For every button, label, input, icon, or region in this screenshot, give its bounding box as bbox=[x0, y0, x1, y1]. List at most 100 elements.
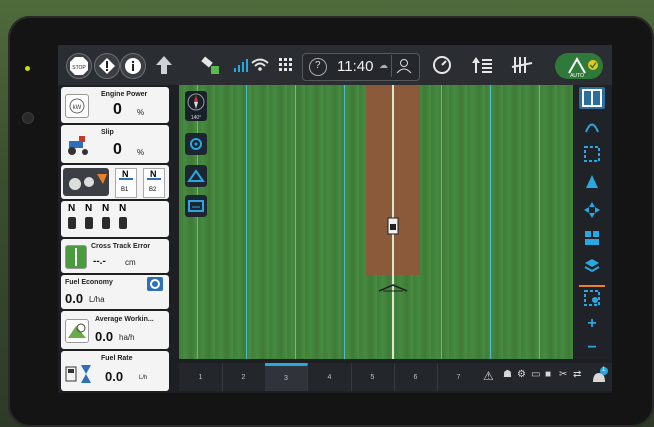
cross-track-label: Cross Track Error bbox=[91, 243, 151, 250]
hitch-b1-bar bbox=[119, 178, 133, 180]
page-tab-active[interactable]: 3 bbox=[265, 363, 308, 391]
notification-count: 1 bbox=[602, 367, 606, 373]
fuel-economy-label: Fuel Economy bbox=[65, 279, 113, 286]
auto-steer-button[interactable]: AUTO bbox=[555, 53, 603, 79]
speedometer-icon[interactable] bbox=[430, 53, 454, 77]
compass-icon[interactable]: 140° bbox=[185, 91, 207, 121]
camera-icon[interactable]: ■ bbox=[545, 369, 551, 380]
page-tabs: 1 2 3 4 5 6 7 bbox=[179, 363, 481, 391]
layers-stack-icon[interactable] bbox=[579, 255, 605, 277]
tractor-marker-icon bbox=[385, 216, 401, 236]
clock-widget[interactable]: ? 11:40 ☁ bbox=[302, 53, 420, 81]
slip-value: 0 bbox=[113, 141, 122, 158]
zoom-out-icon[interactable]: − bbox=[579, 337, 605, 359]
average-working-value: 0.0 bbox=[95, 329, 114, 344]
camera-off-icon[interactable]: ✂ bbox=[559, 369, 567, 380]
split-view-icon[interactable] bbox=[579, 87, 605, 109]
engine-power-value: 0 bbox=[113, 101, 122, 118]
slip-unit: % bbox=[137, 148, 145, 157]
field-rows-icon[interactable] bbox=[510, 53, 534, 77]
zoom-in-icon[interactable]: + bbox=[579, 313, 605, 335]
tractor-status-icon[interactable]: ⚙ bbox=[517, 369, 526, 380]
tractor-slip-icon bbox=[65, 133, 93, 157]
fuel-economy-card[interactable]: Fuel Economy 0.0 L/ha bbox=[61, 275, 169, 309]
navigate-pan-icon[interactable] bbox=[579, 199, 605, 221]
average-working-unit: ha/h bbox=[119, 333, 135, 342]
page-tab[interactable]: 2 bbox=[222, 363, 266, 391]
center-location-icon[interactable] bbox=[185, 133, 207, 155]
status-tray: ⚠ ☗ ⚙ ▭ ■ ✂ ⇄ 1 bbox=[479, 363, 612, 391]
hitch-b2[interactable]: N B2 bbox=[143, 168, 165, 198]
arrow-up-icon[interactable] bbox=[152, 53, 176, 77]
hazard-cone-icon[interactable] bbox=[579, 171, 605, 193]
run-page-panel: kW Engine Power 0 % Slip 0 % N B1 N B2 N… bbox=[61, 86, 169, 392]
guidance-line bbox=[344, 85, 345, 359]
guidance-line bbox=[197, 85, 198, 359]
page-tab[interactable]: 6 bbox=[394, 363, 438, 391]
power-led bbox=[25, 66, 30, 71]
perspective-view-icon[interactable] bbox=[185, 165, 207, 187]
gear-4-block bbox=[119, 217, 127, 229]
engine-power-label: Engine Power bbox=[101, 91, 148, 98]
guidance-map[interactable]: 140° bbox=[179, 85, 573, 359]
hitch-b1[interactable]: N B1 bbox=[115, 168, 137, 198]
info-icon[interactable] bbox=[120, 53, 146, 79]
svg-text:STOP: STOP bbox=[72, 65, 86, 71]
gps-satellite-icon[interactable] bbox=[198, 53, 222, 77]
svg-text:kW: kW bbox=[73, 105, 82, 111]
implement-up-icon[interactable] bbox=[470, 53, 494, 77]
apps-grid-icon[interactable] bbox=[274, 53, 298, 77]
hitch-b1-label: B1 bbox=[121, 187, 129, 193]
compass-heading: 140° bbox=[191, 115, 201, 121]
guidance-line bbox=[295, 85, 296, 359]
data-transfer-icon[interactable]: ⇄ bbox=[573, 369, 581, 380]
gear-2-block bbox=[85, 217, 93, 229]
fuel-rate-value: 0.0 bbox=[105, 369, 124, 384]
hitch-card[interactable]: N B1 N B2 bbox=[61, 165, 169, 199]
display-screen: STOP ? 11:40 ☁ AUTO kW Engine Power 0 % … bbox=[58, 45, 612, 393]
warning-triangle-icon[interactable]: ⚠ bbox=[483, 369, 494, 383]
engine-power-icon: kW bbox=[65, 94, 89, 118]
gear-1-block bbox=[68, 217, 76, 229]
page-tab[interactable]: 1 bbox=[179, 363, 223, 391]
page-tab[interactable]: 5 bbox=[351, 363, 395, 391]
stop-icon[interactable]: STOP bbox=[66, 53, 92, 79]
track-curve-icon[interactable] bbox=[579, 115, 605, 137]
fuel-rate-unit: L/h bbox=[139, 375, 148, 381]
layout-tiles-icon[interactable] bbox=[579, 227, 605, 249]
page-tab[interactable]: 4 bbox=[308, 363, 352, 391]
help-icon[interactable]: ? bbox=[309, 58, 327, 76]
boundary-edit-icon[interactable] bbox=[579, 143, 605, 165]
page-tab[interactable]: 7 bbox=[437, 363, 481, 391]
gear-2-letter: N bbox=[85, 203, 93, 214]
notification-bell-icon[interactable]: 1 bbox=[589, 367, 609, 387]
slip-card[interactable]: Slip 0 % bbox=[61, 125, 169, 163]
fuel-rate-label: Fuel Rate bbox=[101, 355, 133, 362]
user-icon[interactable] bbox=[391, 55, 416, 77]
battery-icon[interactable]: ▭ bbox=[531, 369, 540, 380]
warning-diamond-icon[interactable] bbox=[94, 53, 120, 79]
cross-track-card[interactable]: Cross Track Error --.- cm bbox=[61, 239, 169, 273]
fuel-rate-card[interactable]: Fuel Rate 0.0 L/h bbox=[61, 351, 169, 391]
wifi-icon bbox=[248, 53, 272, 77]
engine-power-card[interactable]: kW Engine Power 0 % bbox=[61, 87, 169, 123]
cross-track-icon bbox=[65, 245, 87, 269]
engine-power-unit: % bbox=[137, 108, 145, 117]
map-layers-icon[interactable] bbox=[185, 195, 207, 217]
guidance-line bbox=[441, 85, 442, 359]
fuel-hourglass-icon bbox=[65, 363, 93, 385]
cross-track-value: --.- bbox=[93, 256, 106, 267]
top-bar: STOP ? 11:40 ☁ AUTO bbox=[58, 45, 612, 85]
settings-gear-icon[interactable] bbox=[147, 277, 163, 291]
cross-track-unit: cm bbox=[125, 258, 136, 267]
svg-text:AUTO: AUTO bbox=[570, 73, 584, 79]
right-toolbar: + − bbox=[573, 85, 611, 359]
average-working-label: Average Workin... bbox=[95, 316, 154, 323]
gear-status-card[interactable]: N N N N bbox=[61, 201, 169, 237]
operator-icon[interactable]: ☗ bbox=[503, 369, 512, 380]
gear-3-letter: N bbox=[102, 203, 110, 214]
average-working-card[interactable]: Average Workin... 0.0 ha/h bbox=[61, 311, 169, 349]
guidance-line bbox=[539, 85, 540, 359]
gear-1: N bbox=[67, 203, 79, 235]
map-pin-edit-icon[interactable] bbox=[579, 285, 605, 309]
